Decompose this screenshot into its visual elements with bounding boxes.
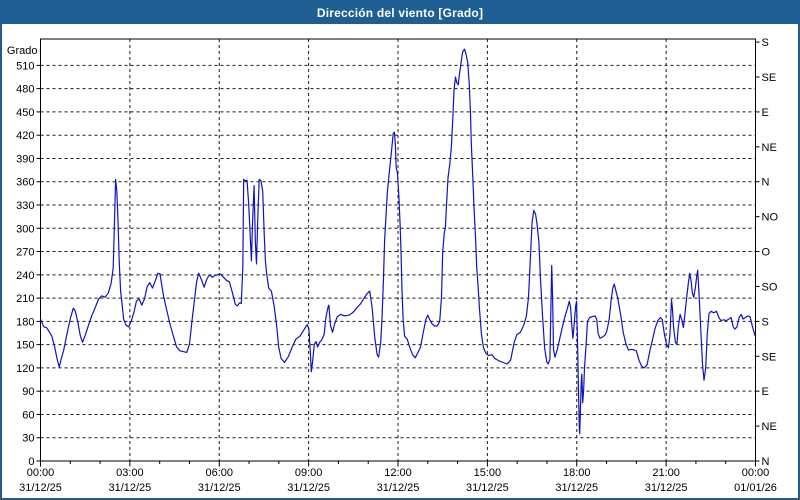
y-axis-tick-label: 150 xyxy=(16,340,34,352)
x-axis-date-label: 31/12/25 xyxy=(466,482,509,494)
y-axis-tick-label: 360 xyxy=(16,177,34,189)
x-axis-date-label: 31/12/25 xyxy=(19,482,62,494)
x-axis-time-label: 00:00 xyxy=(27,467,55,479)
y-axis-tick-label: 240 xyxy=(16,270,34,282)
y-axis-tick-label: 420 xyxy=(16,130,34,142)
y2-axis-tick-label: S xyxy=(762,316,769,328)
wind-direction-chart: 0306090120150180210240270300330360390420… xyxy=(2,24,798,498)
x-axis-time-label: 03:00 xyxy=(116,467,144,479)
y2-axis-tick-label: SO xyxy=(762,281,778,293)
y-axis-tick-label: 120 xyxy=(16,363,34,375)
y2-axis-tick-label: SE xyxy=(762,72,777,84)
y-axis-tick-label: 450 xyxy=(16,107,34,119)
chart-title-bar: Dirección del viento [Grado] xyxy=(2,2,798,24)
y2-axis-tick-label: NE xyxy=(762,142,777,154)
y-axis-tick-label: 480 xyxy=(16,84,34,96)
y2-axis-tick-label: E xyxy=(762,386,769,398)
y-axis-tick-label: 330 xyxy=(16,200,34,212)
y-axis-tick-label: 180 xyxy=(16,316,34,328)
x-axis-date-label: 31/12/25 xyxy=(198,482,241,494)
x-axis-date-label: 31/12/25 xyxy=(645,482,688,494)
x-axis-time-label: 00:00 xyxy=(742,467,770,479)
y2-axis-tick-label: E xyxy=(762,107,769,119)
x-axis-date-label: 01/01/26 xyxy=(734,482,777,494)
x-axis-date-label: 31/12/25 xyxy=(377,482,420,494)
x-axis-date-label: 31/12/25 xyxy=(108,482,151,494)
y-axis-tick-label: 390 xyxy=(16,153,34,165)
y-axis-tick-label: 210 xyxy=(16,293,34,305)
y-axis-tick-label: 30 xyxy=(22,433,34,445)
y2-axis-tick-label: NE xyxy=(762,421,777,433)
y2-axis-tick-label: N xyxy=(762,177,770,189)
y2-axis-tick-label: NO xyxy=(762,212,779,224)
y-axis-tick-label: 90 xyxy=(22,386,34,398)
y-axis-tick-label: 270 xyxy=(16,247,34,259)
y2-axis-tick-label: S xyxy=(762,37,769,49)
y2-axis-tick-label: SE xyxy=(762,351,777,363)
y-axis-tick-label: 510 xyxy=(16,60,34,72)
x-axis-time-label: 21:00 xyxy=(652,467,680,479)
x-axis-time-label: 15:00 xyxy=(474,467,502,479)
y-axis-tick-label: 60 xyxy=(22,409,34,421)
x-axis-time-label: 09:00 xyxy=(295,467,323,479)
x-axis-time-label: 18:00 xyxy=(563,467,591,479)
y-axis-title: Grado xyxy=(7,45,38,57)
y-axis-tick-label: 300 xyxy=(16,223,34,235)
x-axis-time-label: 06:00 xyxy=(205,467,233,479)
chart-title: Dirección del viento [Grado] xyxy=(317,6,483,20)
y2-axis-tick-label: O xyxy=(762,247,771,259)
chart-plot-area: 0306090120150180210240270300330360390420… xyxy=(2,24,798,498)
chart-window: Dirección del viento [Grado] 03060901201… xyxy=(0,0,800,500)
x-axis-date-label: 31/12/25 xyxy=(555,482,598,494)
x-axis-time-label: 12:00 xyxy=(384,467,412,479)
x-axis-date-label: 31/12/25 xyxy=(287,482,330,494)
